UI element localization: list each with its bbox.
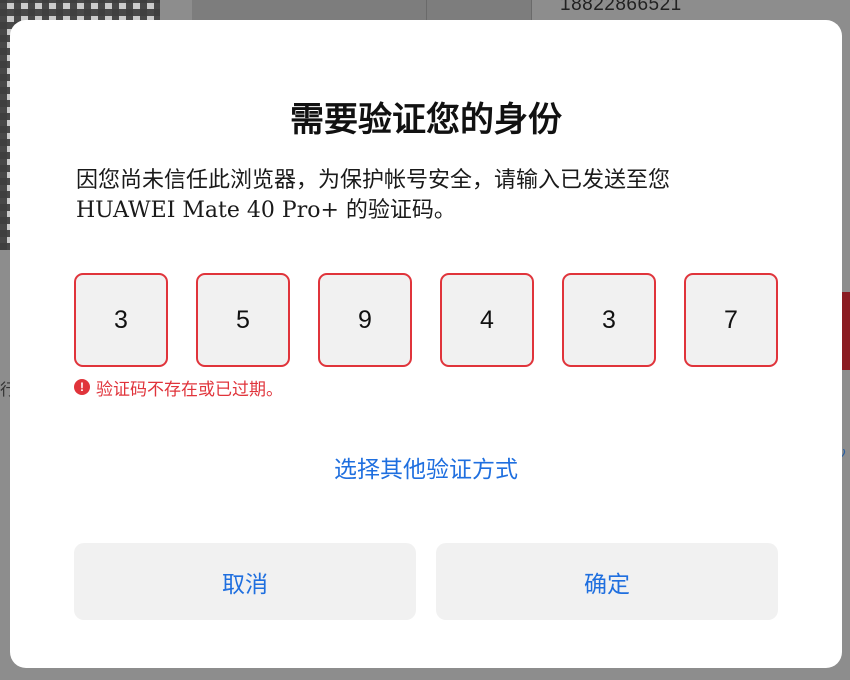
dialog-title: 需要验证您的身份: [290, 100, 562, 140]
message-line-2: HUAWEI Mate 40 Pro+ 的验证码。: [76, 198, 456, 223]
verification-code-input: 3 5 9 4 3 7: [74, 273, 780, 367]
cancel-button[interactable]: 取消: [74, 543, 416, 620]
background-divider: [426, 0, 427, 22]
error-text: 验证码不存在或已过期。: [96, 379, 283, 400]
confirm-button[interactable]: 确定: [436, 543, 778, 620]
code-digit-box-5[interactable]: 3: [562, 273, 656, 367]
code-digit-box-6[interactable]: 7: [684, 273, 778, 367]
code-digit-box-2[interactable]: 5: [196, 273, 290, 367]
message-line-1: 因您尚未信任此浏览器，为保护帐号安全，请输入已发送至您: [76, 168, 671, 193]
verify-identity-dialog: 需要验证您的身份 因您尚未信任此浏览器，为保护帐号安全，请输入已发送至您 HUA…: [10, 20, 842, 668]
exclamation-circle-icon: !: [74, 379, 90, 395]
background-header-panel: [192, 0, 532, 22]
code-digit-box-4[interactable]: 4: [440, 273, 534, 367]
code-digit-box-1[interactable]: 3: [74, 273, 168, 367]
choose-other-method-link[interactable]: 选择其他验证方式: [10, 450, 842, 484]
background-phone-number: 18822866521: [560, 0, 682, 15]
error-message: ! 验证码不存在或已过期。: [74, 376, 283, 400]
dialog-message: 因您尚未信任此浏览器，为保护帐号安全，请输入已发送至您 HUAWEI Mate …: [76, 166, 796, 226]
code-digit-box-3[interactable]: 9: [318, 273, 412, 367]
